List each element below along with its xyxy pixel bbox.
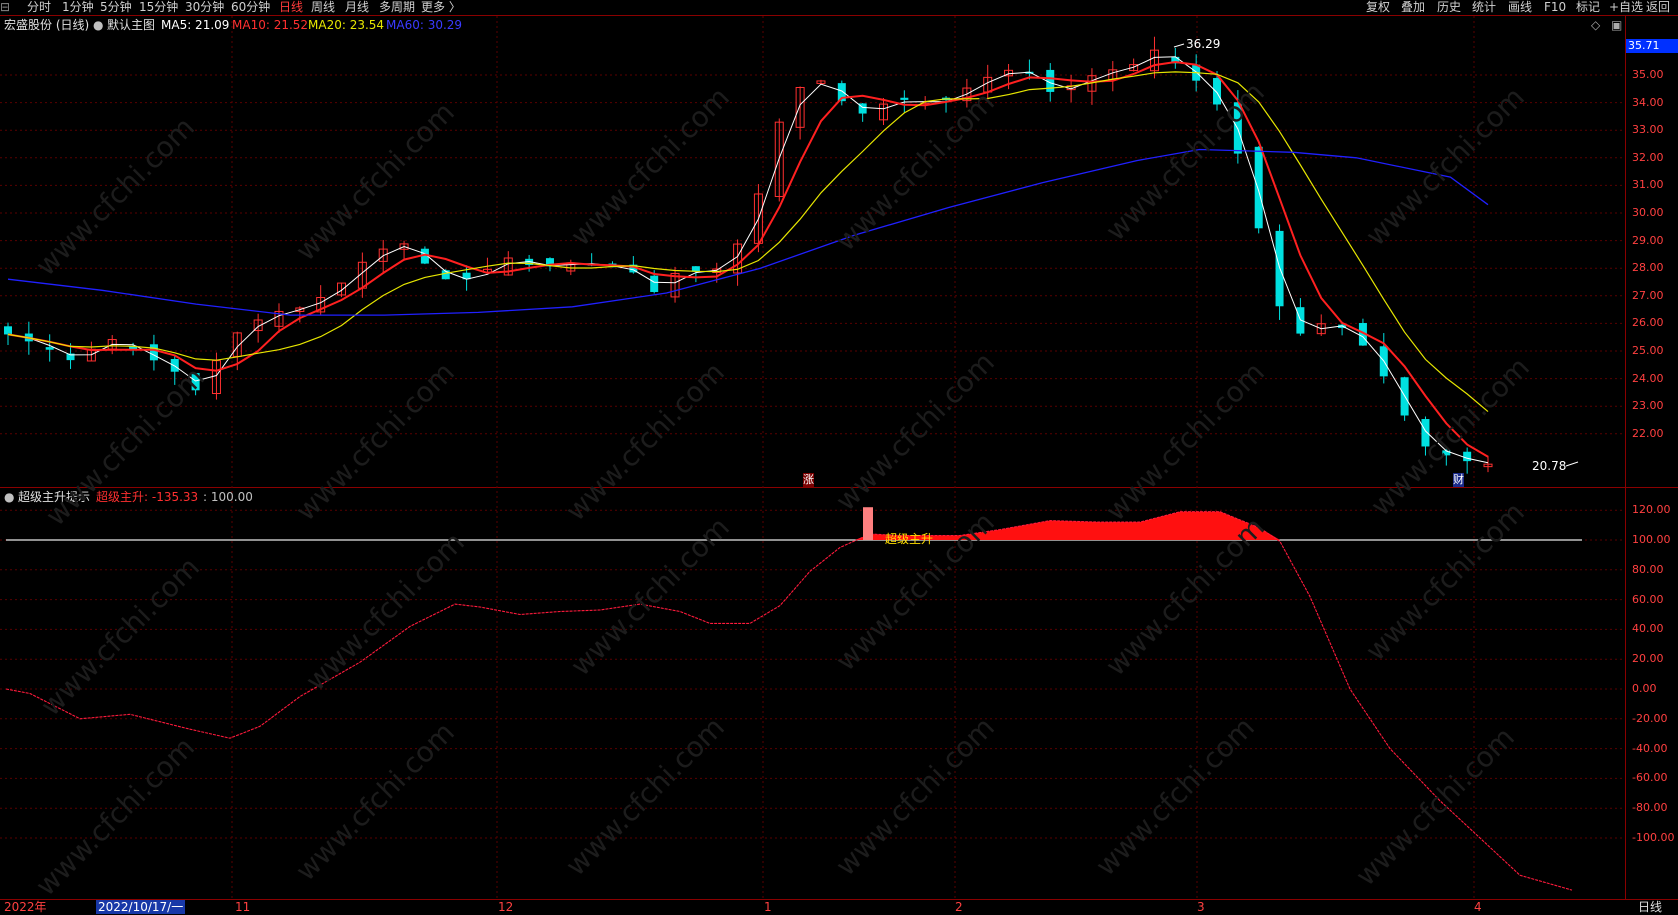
candle-down: [1421, 419, 1430, 447]
price-tick-label: 29.00: [1632, 233, 1664, 247]
time-label-dec: 12: [498, 900, 514, 914]
candle-down: [191, 373, 200, 391]
low-arrow: [1565, 461, 1579, 467]
indicator-value: 超级主升: -135.33: [96, 490, 199, 504]
candle-down: [170, 359, 179, 372]
indicator-tick-label: -60.00: [1632, 771, 1668, 785]
ma20-line: [7, 71, 1489, 413]
ma60-label: MA60: 30.29: [386, 18, 463, 32]
price-tick-label: 28.00: [1632, 261, 1664, 275]
time-label-year: 2022年: [4, 900, 47, 914]
candle-down: [1254, 146, 1263, 229]
maximize-icon[interactable]: ▣: [1611, 18, 1622, 32]
ma10-label: MA10: 21.52: [232, 18, 309, 32]
price-tick-label: 32.00: [1632, 150, 1664, 164]
template-label[interactable]: 默认主图: [107, 18, 155, 32]
time-label-feb: 2: [955, 900, 963, 914]
time-axis: 2022年 2022/10/17/一 11 12 1 2 3 4 日线: [0, 900, 1678, 915]
ma60-line: [7, 148, 1489, 316]
price-tick-label: 23.00: [1632, 399, 1664, 413]
stock-title: 宏盛股份 (日线): [4, 18, 90, 32]
price-tick-label: 22.00: [1632, 426, 1664, 440]
indicator-name: 超级主升提示: [18, 490, 91, 504]
candle-down: [900, 97, 909, 100]
ma5-line: [7, 56, 1489, 464]
signal-bar: [863, 507, 873, 540]
indicator-tick-label: 100.00: [1632, 533, 1671, 546]
price-tick-label: 31.00: [1632, 178, 1664, 192]
price-tick-label: 34.00: [1632, 95, 1664, 109]
price-tick-label: 35.00: [1632, 68, 1664, 81]
indicator-tick-label: 60.00: [1632, 592, 1664, 606]
candle-down: [149, 344, 158, 361]
price-tick-label: 25.00: [1632, 344, 1664, 357]
indicator-tick-label: 40.00: [1632, 622, 1664, 636]
time-label-apr: 4: [1474, 900, 1482, 914]
indicator-tick-label: -100.00: [1632, 831, 1675, 844]
time-label-cursor[interactable]: 2022/10/17/一: [96, 900, 186, 914]
low-price-label: 20.78: [1532, 459, 1567, 473]
indicator-tick-label: -40.00: [1632, 741, 1668, 755]
period-button[interactable]: 日线: [1638, 900, 1662, 914]
expand-icon[interactable]: ◇: [1591, 18, 1600, 32]
candle-down: [45, 347, 54, 350]
ma5-label: MA5: 21.09: [161, 18, 230, 32]
price-tick-label: 27.00: [1632, 288, 1664, 302]
time-label-nov: 11: [235, 900, 251, 914]
price-tick-label: 26.00: [1632, 316, 1664, 330]
price-tick-label: 30.00: [1632, 206, 1664, 219]
marker-zhang[interactable]: 涨: [803, 473, 814, 487]
candle-down: [650, 275, 659, 293]
candle-down: [4, 326, 12, 335]
high-arrow: [1173, 43, 1185, 48]
indicator-level: : 100.00: [203, 490, 253, 504]
time-label-jan: 1: [764, 900, 772, 914]
candle-down: [1213, 77, 1222, 105]
ma10-line: [7, 60, 1489, 458]
indicator-tick-label: 20.00: [1632, 652, 1664, 666]
indicator-curve: [5, 511, 1573, 891]
price-tick-label: 33.00: [1632, 123, 1664, 137]
indicator-tick-label: 120.00: [1632, 503, 1671, 517]
indicator-tick-label: 0.00: [1632, 682, 1657, 695]
candle-down: [1463, 451, 1472, 462]
indicator-tick-label: -80.00: [1632, 801, 1668, 815]
time-label-mar: 3: [1197, 900, 1205, 914]
high-price-label: 36.29: [1186, 37, 1221, 51]
indicator-tick-label: 80.00: [1632, 562, 1664, 576]
signal-label: 超级主升: [885, 532, 934, 546]
collapse-icon[interactable]: ●: [93, 18, 103, 32]
indicator-collapse-icon[interactable]: ●: [4, 490, 14, 504]
price-tick-label: 24.00: [1632, 371, 1664, 385]
kline-chart[interactable]: [0, 0, 1678, 915]
indicator-tick-label: -20.00: [1632, 711, 1668, 725]
marker-cai[interactable]: 财: [1453, 473, 1464, 487]
current-price-tag: 35.71: [1626, 39, 1678, 53]
ma20-label: MA20: 23.54: [308, 18, 385, 32]
